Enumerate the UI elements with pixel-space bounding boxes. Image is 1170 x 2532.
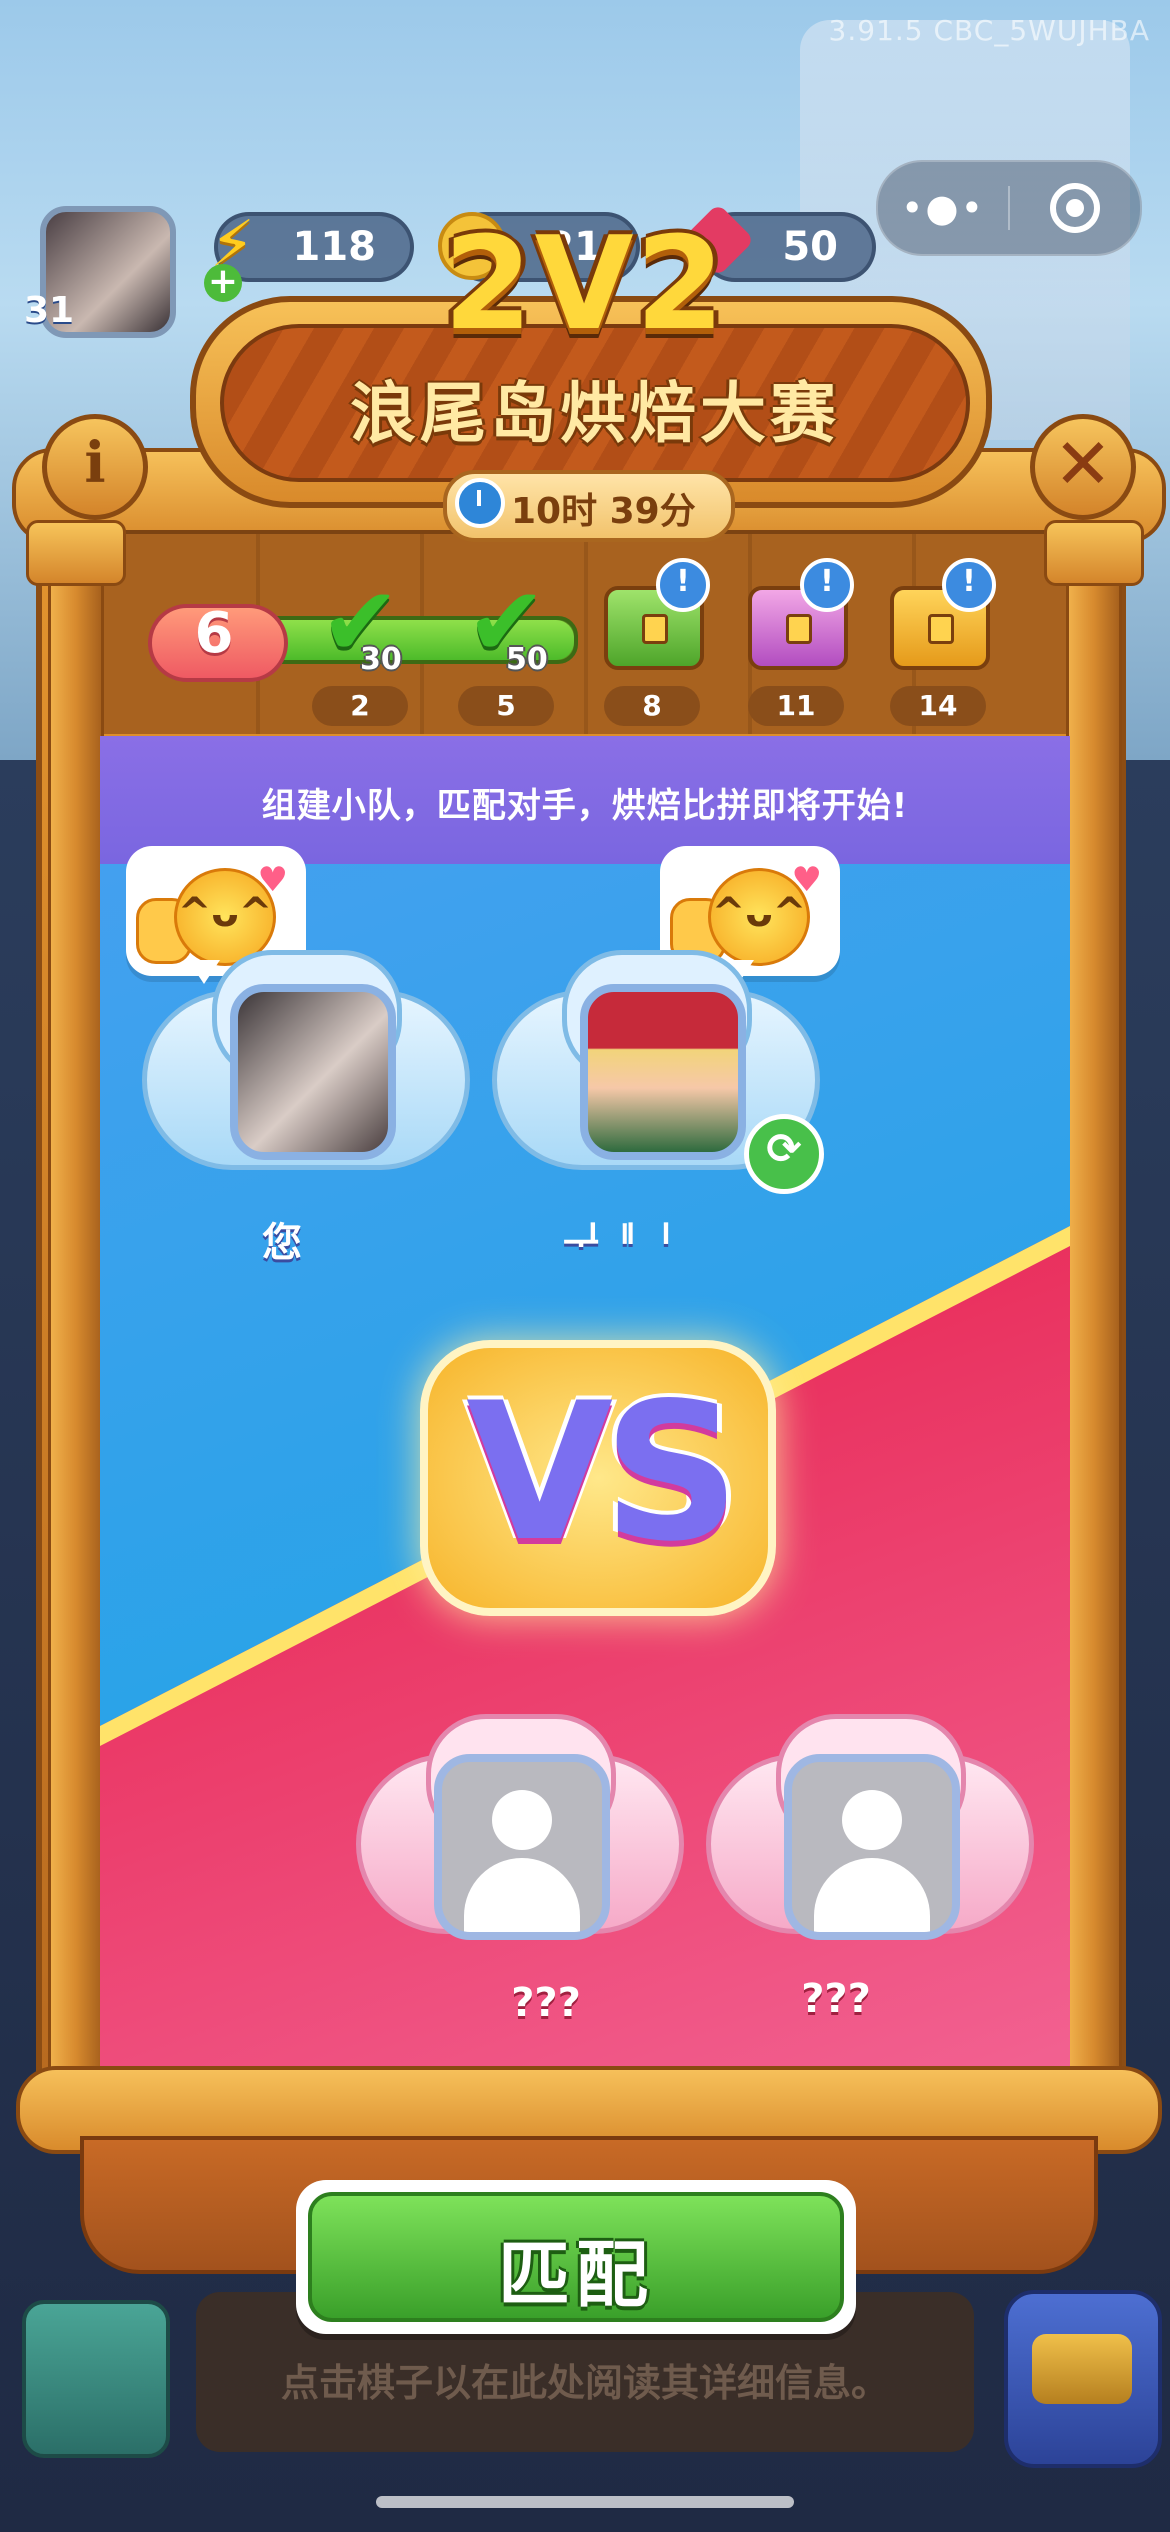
opponent-slot-2 xyxy=(706,1714,1034,1954)
alert-badge: ! xyxy=(800,558,854,612)
mode-title: 2V2 xyxy=(443,210,727,359)
opponent-slot-1 xyxy=(356,1714,684,1954)
version-text: 3.91.5 CBC_5WUJHBA xyxy=(828,14,1150,47)
player-photo xyxy=(230,984,396,1160)
heart-icon: ♥ xyxy=(257,860,288,900)
opponent-name-1: ??? xyxy=(511,1980,581,2026)
avatar-body xyxy=(464,1858,580,1932)
close-button[interactable]: ✕ xyxy=(1030,414,1136,520)
teammate-photo xyxy=(580,984,746,1160)
alert-badge: ! xyxy=(656,558,710,612)
player-slot-you[interactable] xyxy=(142,950,470,1190)
milestone-2[interactable]: ✔ 30 xyxy=(310,572,420,702)
player-name-you: 您 xyxy=(262,1220,302,1266)
rank-badge: 6 xyxy=(148,584,288,684)
milestone-14[interactable]: ! xyxy=(882,558,996,702)
match-button-label: 匹配 xyxy=(497,2233,654,2317)
lock-icon xyxy=(928,614,954,644)
milestone-reward: 50 xyxy=(506,642,548,677)
hint-text: 点击棋子以在此处阅读其详细信息。 xyxy=(280,2361,889,2405)
arena-banner: 组建小队，匹配对手，烘焙比拼即将开始! xyxy=(100,736,1070,864)
heart-icon: ♥ xyxy=(791,860,822,900)
step-label: 2 xyxy=(312,686,408,726)
milestone-5[interactable]: ✔ 50 xyxy=(456,572,566,702)
player-slot-teammate[interactable]: ⟳ xyxy=(492,950,824,1194)
info-button[interactable]: i xyxy=(42,414,148,520)
left-pillar xyxy=(48,520,104,2096)
lock-icon xyxy=(786,614,812,644)
right-pillar-cap xyxy=(1044,520,1144,586)
avatar-head xyxy=(492,1790,552,1850)
step-label: 14 xyxy=(890,686,986,726)
drill-icon xyxy=(1032,2334,1132,2404)
swap-teammate-button[interactable]: ⟳ xyxy=(744,1114,824,1194)
step-label: 8 xyxy=(604,686,700,726)
player-name-teammate: ᆛᅵᅵᅵ xyxy=(562,1220,674,1266)
avatar-body xyxy=(814,1858,930,1932)
placeholder-avatar-icon xyxy=(434,1754,610,1940)
opponent-name-2: ??? xyxy=(801,1976,871,2022)
milestone-8[interactable]: ! xyxy=(596,558,710,702)
event-timer: 10时 39分 xyxy=(443,470,735,542)
tool-button[interactable] xyxy=(1004,2290,1162,2468)
storage-chest-button[interactable] xyxy=(22,2300,170,2458)
vs-text: VS xyxy=(466,1362,740,1583)
step-label: 11 xyxy=(748,686,844,726)
event-title: 浪尾岛烘焙大赛 xyxy=(350,375,840,452)
rank-number: 6 xyxy=(194,601,234,666)
avatar-head xyxy=(842,1790,902,1850)
right-pillar xyxy=(1066,520,1122,2096)
milestone-11[interactable]: ! xyxy=(740,558,854,702)
lock-icon xyxy=(642,614,668,644)
milestone-reward: 30 xyxy=(360,642,402,677)
match-button[interactable]: 匹配 xyxy=(296,2180,856,2334)
placeholder-avatar-icon xyxy=(784,1754,960,1940)
home-indicator[interactable] xyxy=(376,2496,794,2508)
alert-badge: ! xyxy=(942,558,996,612)
clock-icon xyxy=(455,478,505,528)
arena-banner-text: 组建小队，匹配对手，烘焙比拼即将开始! xyxy=(261,786,909,826)
timer-text: 10时 39分 xyxy=(511,491,696,532)
left-pillar-cap xyxy=(26,520,126,586)
match-button-face: 匹配 xyxy=(308,2192,844,2322)
vs-emblem: VS xyxy=(420,1340,776,1616)
step-label: 5 xyxy=(458,686,554,726)
